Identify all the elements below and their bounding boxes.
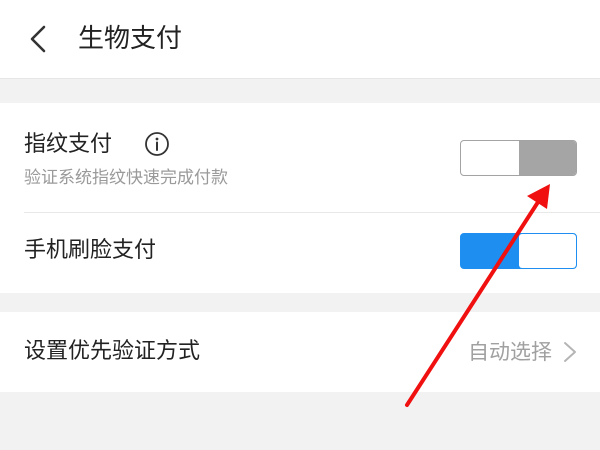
face-pay-toggle[interactable] <box>460 233 577 269</box>
verify-method-card: 设置优先验证方式 自动选择 <box>0 312 600 392</box>
verify-method-row[interactable]: 设置优先验证方式 自动选择 <box>0 312 600 392</box>
fingerprint-pay-description: 验证系统指纹快速完成付款 <box>24 168 228 188</box>
face-pay-label: 手机刷脸支付 <box>24 238 157 263</box>
fingerprint-pay-label: 指纹支付 <box>24 132 113 157</box>
toggle-knob <box>519 141 576 175</box>
fingerprint-pay-toggle[interactable] <box>460 140 577 176</box>
chevron-right-icon <box>564 342 576 362</box>
verify-method-label: 设置优先验证方式 <box>24 339 201 364</box>
chevron-left-icon <box>30 25 46 53</box>
back-button[interactable] <box>22 22 56 56</box>
info-button[interactable] <box>144 131 170 157</box>
page-title: 生物支付 <box>78 24 183 54</box>
top-bar: 生物支付 <box>0 0 600 79</box>
toggle-knob <box>519 234 576 268</box>
biometric-settings-card: 指纹支付 验证系统指纹快速完成付款 手机刷脸支付 <box>0 103 600 293</box>
info-icon <box>145 132 169 156</box>
row-divider <box>24 212 600 213</box>
verify-method-value: 自动选择 <box>468 340 552 364</box>
